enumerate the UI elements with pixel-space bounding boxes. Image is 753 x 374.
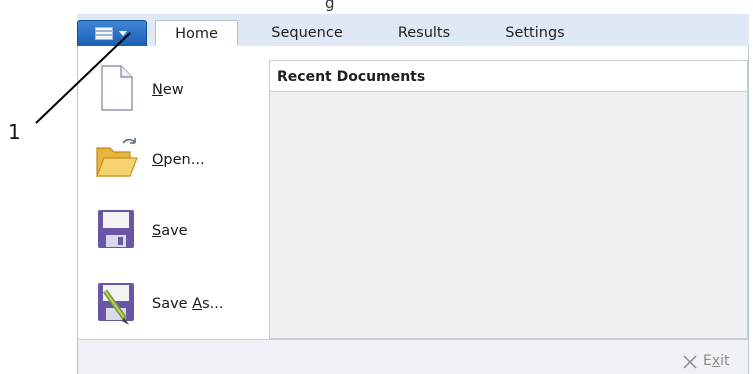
chevron-down-icon — [119, 31, 127, 36]
tab-settings[interactable]: Settings — [490, 20, 580, 46]
menu-item-label: Save As... — [152, 296, 224, 312]
menu-item-new[interactable]: New — [88, 63, 263, 119]
recent-documents-title: Recent Documents — [277, 69, 426, 85]
callout-number: 1 — [8, 120, 21, 144]
recent-documents-header: Recent Documents — [270, 61, 747, 92]
application-menu-button[interactable] — [77, 20, 147, 46]
save-disk-icon — [98, 210, 134, 248]
open-folder-icon — [96, 138, 138, 177]
menu-item-save-as[interactable]: Save As... — [88, 279, 263, 335]
exit-button[interactable]: Exit — [681, 352, 741, 372]
new-document-icon — [101, 65, 133, 111]
menu-item-label: Open... — [152, 152, 205, 168]
recent-documents-pane: Recent Documents — [269, 60, 748, 339]
close-x-icon — [683, 355, 697, 369]
window-title-fragment: g — [325, 0, 335, 12]
tab-home[interactable]: Home — [155, 20, 238, 46]
save-as-icon — [98, 283, 134, 325]
menu-item-open[interactable]: Open... — [88, 134, 263, 190]
menu-item-save[interactable]: Save — [88, 206, 263, 262]
exit-label: Exit — [703, 353, 730, 369]
document-dropdown-icon — [95, 27, 113, 40]
tab-results[interactable]: Results — [384, 20, 464, 46]
tab-sequence[interactable]: Sequence — [257, 20, 357, 46]
file-menu-footer — [78, 339, 748, 374]
menu-item-label: Save — [152, 223, 188, 239]
menu-item-label: New — [152, 82, 184, 98]
